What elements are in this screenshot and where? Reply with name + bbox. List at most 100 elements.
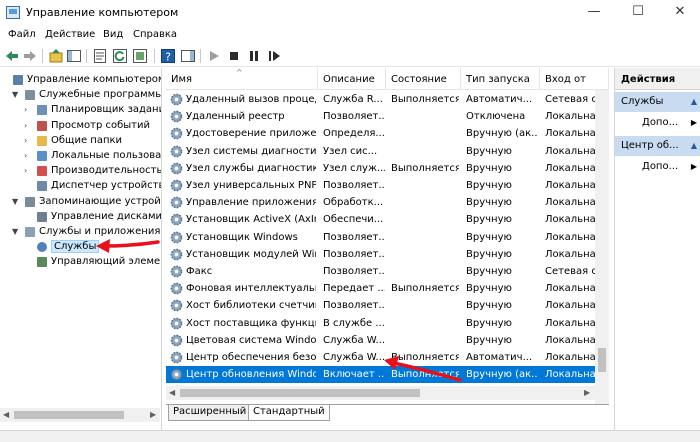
show-hide-tree-icon[interactable] — [66, 48, 82, 64]
console-tree[interactable]: ◀ ▶ Управление компьютером (л ▼ Служебные … — [0, 68, 162, 430]
table-row[interactable]: Узел системы диагностики Узел сис... Вручн… — [166, 143, 609, 160]
scroll-left-icon[interactable]: ◀ — [169, 388, 175, 397]
actions-group-windows-update[interactable]: Центр об... ▲ — [615, 136, 700, 156]
up-level-icon[interactable] — [48, 48, 64, 64]
service-gear-icon — [170, 300, 183, 312]
properties-icon[interactable] — [92, 48, 108, 64]
tree-item[interactable]: Управление дисками — [0, 209, 161, 225]
column-header-startup-type[interactable]: Тип запуска — [461, 68, 540, 90]
stop-service-icon[interactable] — [226, 48, 242, 64]
table-row[interactable]: Удаленный реестр Позволяет... Отключена Лок… — [166, 108, 609, 125]
forward-icon[interactable] — [22, 48, 38, 64]
service-description: Позволяет... — [323, 248, 385, 260]
service-logon: Локальная — [545, 162, 595, 174]
table-row[interactable]: Установщик модулей Win... Позволяет... Вру… — [166, 246, 609, 263]
table-row[interactable]: Хост библиотеки счетчика... Позволяет... В… — [166, 297, 609, 314]
service-description: Обработк... — [323, 197, 384, 209]
menu-bar: Файл Действие Вид Справка — [0, 26, 700, 45]
service-description: Служба R... — [323, 94, 383, 105]
services-horizontal-scrollbar[interactable]: ◀ ▶ — [166, 386, 595, 400]
service-name: Установщик модулей Win... — [186, 248, 316, 260]
scroll-thumb[interactable] — [180, 389, 420, 397]
action-pane-icon[interactable] — [180, 48, 196, 64]
table-row[interactable]: Фоновая интеллектуальна... Передает ... Вы… — [166, 280, 609, 297]
table-row[interactable]: Управление приложениями Обработк... Вручну… — [166, 194, 609, 211]
service-description: Позволяет... — [323, 180, 385, 191]
tree-item[interactable]: Управляющий элемен — [0, 254, 161, 270]
table-row[interactable]: Удаленный вызов процеду... Служба R... Вып… — [166, 91, 609, 108]
menu-action[interactable]: Действие — [45, 29, 95, 40]
collapsed-chevron-icon[interactable]: › — [24, 136, 27, 145]
services-list[interactable]: Имя ^ Описание Состояние Тип запуска Вхо… — [166, 68, 609, 430]
export-list-icon[interactable] — [132, 48, 148, 64]
table-row[interactable]: Установщик Windows Позволяет... Вручную Лок… — [166, 229, 609, 246]
action-more-actions[interactable]: Допо... ▶ — [615, 114, 700, 132]
close-button[interactable]: ✕ — [660, 0, 700, 26]
service-description: Служба W... — [323, 334, 385, 346]
collapsed-chevron-icon[interactable]: › — [24, 105, 27, 114]
expanded-chevron-icon[interactable]: ▼ — [12, 197, 18, 206]
collapsed-chevron-icon[interactable]: › — [24, 121, 27, 130]
tab-extended[interactable]: Расширенный — [168, 405, 252, 421]
services-vertical-scrollbar[interactable] — [595, 90, 609, 408]
service-gear-icon — [170, 265, 183, 278]
tree-item[interactable]: ▼ Служебные программы — [0, 87, 161, 103]
actions-group-services[interactable]: Службы ▲ — [615, 92, 700, 112]
service-gear-icon — [170, 214, 183, 226]
tree-horizontal-scrollbar[interactable]: ◀ ▶ — [0, 408, 160, 422]
expanded-chevron-icon[interactable]: ▼ — [12, 90, 18, 99]
table-row[interactable]: Узел универсальных PNP-... Позволяет... Вр… — [166, 177, 609, 194]
collapse-up-icon[interactable]: ▲ — [691, 141, 697, 150]
tree-item[interactable]: › Локальные пользовате — [0, 148, 161, 164]
service-gear-icon — [170, 282, 183, 295]
table-row[interactable]: Факс Позволяет... Вручную Сетевая слу — [166, 263, 609, 280]
tree-item[interactable]: ▼ Службы и приложения — [0, 224, 161, 240]
table-row-selected[interactable]: Центр обновления Windows Включает ... Выпо… — [166, 366, 609, 384]
scroll-thumb[interactable] — [14, 411, 124, 419]
refresh-icon[interactable] — [112, 48, 128, 64]
tree-item[interactable]: › Производительность — [0, 163, 161, 179]
menu-file[interactable]: Файл — [8, 29, 36, 40]
service-name: Цветовая система Window... — [186, 334, 316, 346]
start-service-icon[interactable] — [206, 48, 222, 64]
maximize-button[interactable]: ☐ — [618, 0, 658, 26]
tree-item[interactable]: › Общие папки — [0, 133, 161, 149]
menu-help[interactable]: Справка — [133, 29, 177, 40]
scroll-thumb[interactable] — [598, 348, 606, 372]
restart-service-icon[interactable] — [266, 48, 282, 64]
help-icon[interactable]: ? — [160, 48, 176, 64]
back-icon[interactable] — [4, 48, 20, 64]
tab-standard[interactable]: Стандартный — [248, 405, 330, 421]
column-header-status[interactable]: Состояние — [386, 68, 461, 90]
tree-item[interactable]: Управление компьютером (л — [0, 72, 161, 88]
minimize-button[interactable]: — — [574, 0, 614, 26]
expanded-chevron-icon[interactable]: ▼ — [12, 227, 18, 236]
tools-icon — [25, 90, 35, 101]
scroll-right-icon[interactable]: ▶ — [584, 388, 590, 397]
service-logon: Локальная — [545, 180, 595, 191]
collapse-up-icon[interactable]: ▲ — [691, 97, 697, 106]
tree-item[interactable]: Диспетчер устройств — [0, 178, 161, 194]
table-row[interactable]: Цветовая система Window... Служба W... Вру… — [166, 332, 609, 349]
table-row[interactable]: Узел службы диагностики Узел служ... Выпол… — [166, 160, 609, 177]
tree-item[interactable]: › Просмотр событий — [0, 118, 161, 134]
table-row[interactable]: Установщик ActiveX (AxIns... Обеспечи... В… — [166, 211, 609, 228]
pause-service-icon[interactable] — [246, 48, 262, 64]
collapsed-chevron-icon[interactable]: › — [24, 151, 27, 160]
tree-item[interactable]: ▼ Запоминающие устройст — [0, 194, 161, 210]
action-more-actions[interactable]: Допо... ▶ — [615, 158, 700, 176]
scroll-right-icon[interactable]: ▶ — [150, 410, 156, 419]
service-logon: Локальная — [545, 128, 595, 140]
table-row[interactable]: Хост поставщика функции... В службе ... Вр… — [166, 315, 609, 332]
table-row[interactable]: Удостоверение приложения Определя... Вручн… — [166, 125, 609, 142]
menu-view[interactable]: Вид — [103, 29, 123, 40]
tree-item[interactable]: › Планировщик заданий — [0, 102, 161, 118]
column-header-logon-as[interactable]: Вход от — [540, 68, 609, 90]
column-header-description[interactable]: Описание — [318, 68, 386, 90]
column-header-name[interactable]: Имя ^ — [166, 68, 318, 90]
table-row[interactable]: Центр обеспечения безоп... Служба W... Вып… — [166, 349, 609, 366]
tree-item[interactable]: Службы — [0, 239, 161, 255]
scroll-left-icon[interactable]: ◀ — [3, 410, 9, 419]
actions-title: Действия — [615, 68, 700, 90]
collapsed-chevron-icon[interactable]: › — [24, 166, 27, 175]
